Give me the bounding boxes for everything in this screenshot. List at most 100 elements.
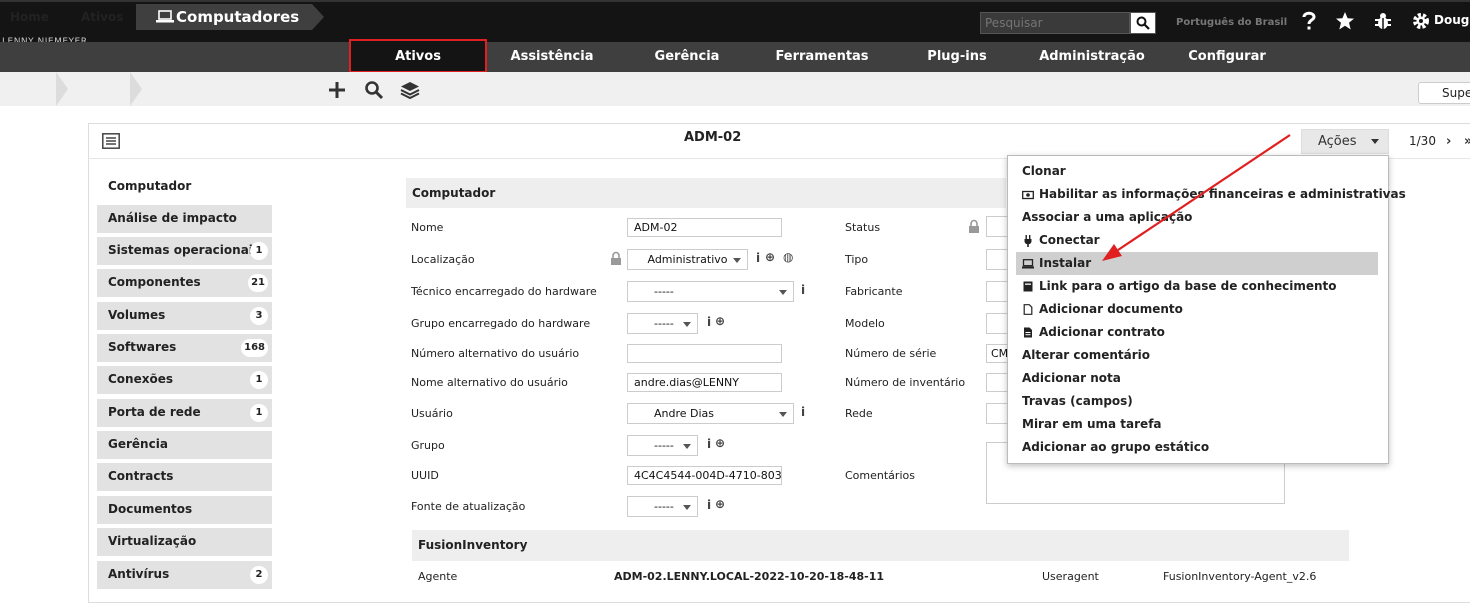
agente-value[interactable]: ADM-02.LENNY.LOCAL-2022-10-20-18-48-11 (614, 570, 884, 583)
add-circle-icon[interactable]: ⊕ (765, 250, 775, 264)
action-adicionar-nota[interactable]: Adicionar nota (1016, 367, 1378, 390)
info-icon[interactable]: i (801, 405, 805, 419)
action-clonar[interactable]: Clonar (1016, 160, 1378, 183)
breadcrumb-separator (130, 72, 142, 106)
lock-icon[interactable] (968, 219, 980, 234)
tab-porta-de-rede[interactable]: Porta de rede 1 (97, 399, 272, 427)
action-travas[interactable]: Travas (campos) (1016, 390, 1378, 413)
star-icon[interactable] (1334, 10, 1356, 32)
info-icon[interactable]: i (707, 315, 711, 329)
search-button[interactable] (1130, 12, 1156, 34)
tecnico-select[interactable]: ----- (627, 281, 794, 302)
list-icon[interactable] (102, 133, 120, 149)
usuario-value: Andre Dias (654, 407, 715, 420)
tab-volumes[interactable]: Volumes 3 (97, 302, 272, 330)
breadcrumb-current[interactable]: Computadores (136, 4, 312, 30)
localizacao-select[interactable]: Administrativo (627, 249, 748, 270)
breadcrumb-ativos[interactable]: Ativos (81, 0, 123, 34)
info-icon[interactable]: i (707, 437, 711, 451)
action-label: Travas (campos) (1022, 394, 1133, 408)
add-circle-icon[interactable]: ⊕ (715, 497, 725, 511)
super-admin-button[interactable]: Supe (1418, 82, 1470, 104)
info-icon[interactable]: i (756, 251, 760, 265)
search-input[interactable] (980, 12, 1130, 34)
globe-icon[interactable]: ◍ (783, 250, 793, 264)
caret-down-icon (1370, 139, 1379, 144)
tab-conexoes[interactable]: Conexões 1 (97, 366, 272, 394)
plug-icon (1024, 234, 1032, 247)
tab-softwares[interactable]: Softwares 168 (97, 334, 272, 362)
add-icon[interactable] (327, 80, 347, 100)
add-circle-icon[interactable]: ⊕ (715, 314, 725, 328)
actions-button-label: Ações (1318, 134, 1357, 149)
info-icon[interactable]: i (801, 283, 805, 297)
language-selector[interactable]: Português do Brasil (1176, 17, 1287, 28)
action-mirar-tarefa[interactable]: Mirar em uma tarefa (1016, 413, 1378, 436)
tab-analise-impacto[interactable]: Análise de impacto (97, 205, 272, 233)
grupo-hw-select[interactable]: ----- (627, 313, 698, 334)
action-alterar-comentario[interactable]: Alterar comentário (1016, 344, 1378, 367)
lock-icon[interactable] (610, 251, 622, 266)
action-associar-aplicacao[interactable]: Associar a uma aplicação (1016, 206, 1378, 229)
fabricante-label: Fabricante (845, 285, 903, 298)
action-label: Adicionar nota (1022, 371, 1121, 385)
help-icon[interactable] (1298, 10, 1320, 32)
useragent-label: Useragent (1042, 570, 1099, 583)
num-alt-label: Número alternativo do usuário (411, 347, 580, 360)
breadcrumb-home[interactable]: Home (10, 0, 49, 34)
add-circle-icon[interactable]: ⊕ (715, 436, 725, 450)
menu-item-assistencia[interactable]: Assistência (500, 42, 604, 72)
last-page-icon[interactable]: » (1464, 134, 1470, 149)
tab-label: Porta de rede (108, 405, 201, 419)
gear-icon[interactable] (1410, 10, 1432, 32)
grupo-select[interactable]: ----- (627, 435, 698, 456)
nome-alt-label: Nome alternativo do usuário (411, 376, 568, 389)
uuid-field[interactable]: 4C4C4544-004D-4710-8030- (627, 466, 782, 485)
tab-count-badge: 1 (250, 404, 268, 422)
action-instalar[interactable]: Instalar (1016, 252, 1378, 275)
comentarios-label: Comentários (845, 469, 915, 482)
bug-icon[interactable] (1372, 10, 1394, 32)
nome-alt-field[interactable]: andre.dias@LENNY (627, 373, 782, 392)
actions-button[interactable]: Ações (1301, 129, 1389, 154)
search-icon (1136, 16, 1150, 30)
num-alt-field[interactable] (627, 344, 782, 363)
tab-gerencia[interactable]: Gerência (97, 431, 272, 459)
tab-contracts[interactable]: Contracts (97, 463, 272, 491)
tab-sistemas-operacionais[interactable]: Sistemas operacionais 1 (97, 237, 272, 265)
action-adicionar-documento[interactable]: Adicionar documento (1016, 298, 1378, 321)
search-icon[interactable] (364, 80, 384, 100)
tab-antivirus[interactable]: Antivírus 2 (97, 561, 272, 589)
menu-item-gerencia[interactable]: Gerência (640, 42, 734, 72)
item-header (88, 123, 1470, 159)
file-icon (1023, 304, 1033, 315)
action-habilitar-financeiro[interactable]: Habilitar as informações financeiras e a… (1016, 183, 1406, 206)
usuario-select[interactable]: Andre Dias (627, 403, 794, 424)
action-link-artigo[interactable]: Link para o artigo da base de conhecimen… (1016, 275, 1378, 298)
laptop-icon (156, 10, 174, 23)
tab-label: Componentes (108, 275, 201, 289)
grupo-value: ----- (654, 439, 674, 452)
fonte-select[interactable]: ----- (627, 496, 698, 517)
menu-item-administracao[interactable]: Administração (1030, 42, 1154, 72)
chevron-right-icon[interactable]: › (1446, 134, 1451, 149)
action-conectar[interactable]: Conectar (1016, 229, 1378, 252)
tab-virtualizacao[interactable]: Virtualização (97, 528, 272, 556)
localizacao-label: Localização (411, 253, 475, 266)
tab-count-badge: 1 (250, 371, 268, 389)
menu-item-ferramentas[interactable]: Ferramentas (765, 42, 879, 72)
menu-item-configurar[interactable]: Configurar (1180, 42, 1274, 72)
breadcrumb-current-label: Computadores (176, 8, 300, 26)
tab-documentos[interactable]: Documentos (97, 496, 272, 524)
tab-componentes[interactable]: Componentes 21 (97, 269, 272, 297)
nome-field[interactable]: ADM-02 (627, 218, 782, 237)
action-adicionar-contrato[interactable]: Adicionar contrato (1016, 321, 1378, 344)
tecnico-value: ----- (654, 285, 674, 298)
layers-icon[interactable] (400, 80, 420, 100)
menu-item-plugins[interactable]: Plug-ins (915, 42, 999, 72)
tab-computador[interactable]: Computador (108, 179, 191, 193)
user-name[interactable]: Dougl (1434, 13, 1470, 27)
action-adicionar-grupo-estatico[interactable]: Adicionar ao grupo estático (1016, 436, 1378, 459)
grupo-hw-label: Grupo encarregado do hardware (411, 317, 591, 330)
info-icon[interactable]: i (707, 498, 711, 512)
